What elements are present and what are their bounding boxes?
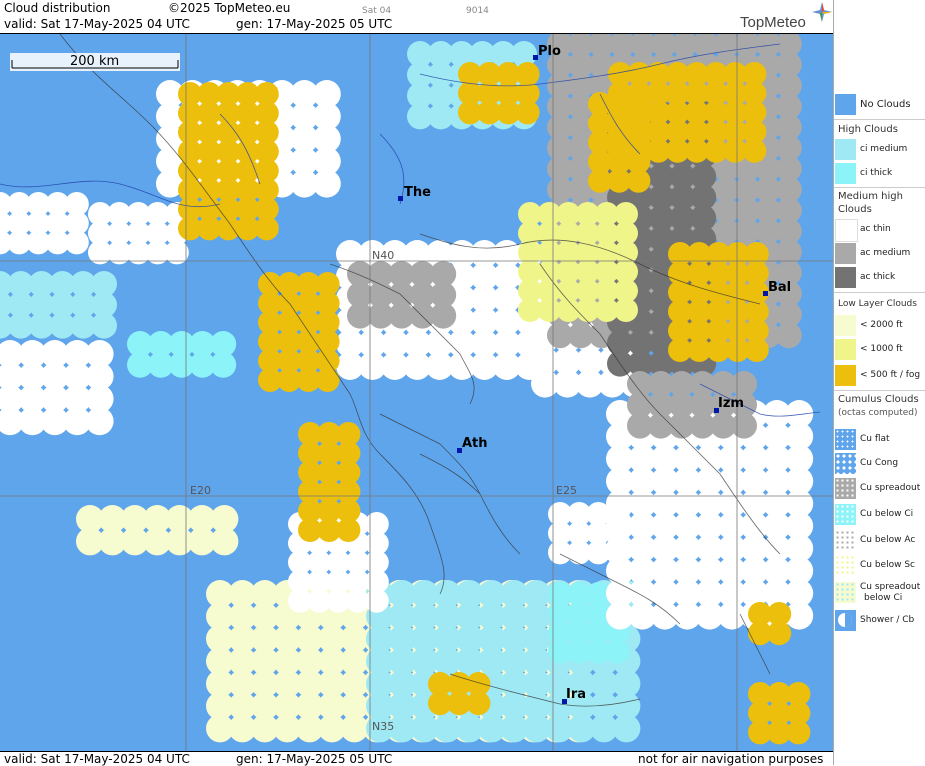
city-bal[interactable]: Bal [763,280,791,296]
legend-ci-medium: ci medium [834,139,925,161]
legend-cu-flat: Cu flat [834,429,925,451]
valid-time: valid: Sat 17-May-2025 04 UTC [4,17,190,31]
swatch-cu-cong [835,453,856,474]
legend-shower-cb: Shower / Cb [834,610,925,632]
legend-no-clouds: No Clouds [834,94,925,116]
city-label: Bal [768,280,791,295]
product-code: 9014 [466,6,489,16]
city-label: Plo [538,44,561,59]
footer-generated-time: gen: 17-May-2025 05 UTC [236,752,393,766]
compass-star-icon [812,2,832,22]
swatch-low-1000 [835,339,856,360]
swatch-no-clouds [835,94,856,115]
city-label: Ath [462,436,488,451]
swatch-ci-thick [835,163,856,184]
legend-low-1000: < 1000 ft [834,339,925,361]
swatch-cu-spreadout [835,478,856,499]
swatch-low-500 [835,365,856,386]
legend-ac-thin: ac thin [834,219,925,242]
shower-icon [838,613,852,627]
legend-cu-below-sc: Cu below Sc [834,555,925,577]
map-title: Cloud distribution [4,1,111,15]
legend-low-2000: < 2000 ft [834,315,925,337]
scale-bar-label: 200 km [70,54,119,69]
legend-cu-spreadout: Cu spreadout [834,478,925,500]
city-marker [398,196,403,201]
swatch-ci-medium [835,139,856,160]
city-izm[interactable]: Izm [714,396,744,413]
topmeteo-logo: TopMeteo [740,14,806,31]
grid-label-n35: N35 [372,720,394,733]
swatch-ac-medium [835,243,856,264]
legend-panel: No Clouds High Clouds ci medium ci thick… [833,0,925,765]
generated-time: gen: 17-May-2025 05 UTC [236,17,393,31]
city-ira[interactable]: Ira [562,687,586,704]
header-bar: Cloud distribution ©2025 TopMeteo.eu val… [0,0,833,34]
grid-label-n40: N40 [372,249,394,262]
legend-cu-cong: Cu Cong [834,453,925,475]
legend-medium-high-heading-2: Clouds [838,204,872,215]
satellite-label: Sat 04 [362,6,392,16]
legend-low-500: < 500 ft / fog [834,365,925,387]
city-ath[interactable]: Ath [457,436,488,453]
swatch-cu-below-ci [835,504,856,525]
swatch-ac-thick [835,267,856,288]
swatch-cu-spreadout-below-ci [835,582,856,603]
legend-cumulus-heading: Cumulus Clouds [838,394,919,405]
grid-label-e25: E25 [556,484,577,497]
swatch-ac-thin [835,219,858,242]
city-label: Ira [566,687,586,702]
legend-medium-high-heading: Medium high [838,191,903,202]
footer-bar: valid: Sat 17-May-2025 04 UTC gen: 17-Ma… [0,751,833,766]
legend-low-layer-heading: Low Layer Clouds [838,299,917,309]
swatch-cu-flat [835,429,856,450]
legend-ac-thick: ac thick [834,267,925,289]
footer-valid-time: valid: Sat 17-May-2025 04 UTC [4,752,190,766]
legend-ac-medium: ac medium [834,243,925,265]
legend-cu-below-ac: Cu below Ac [834,530,925,552]
cloud-map-canvas: N40 N35 E20 E25 200 km Plo The Bal Izm A… [0,34,833,752]
copyright: ©2025 TopMeteo.eu [168,1,291,15]
swatch-cu-below-ac [835,530,856,551]
legend-octas-note: (octas computed) [838,408,918,418]
legend-high-clouds-heading: High Clouds [838,124,898,135]
swatch-low-2000 [835,315,856,336]
city-plo[interactable]: Plo [533,44,561,60]
legend-ci-thick: ci thick [834,163,925,185]
footer-disclaimer: not for air navigation purposes [638,752,824,766]
legend-cu-below-ci: Cu below Ci [834,504,925,526]
scale-bar: 200 km [10,53,180,71]
city-label: Izm [718,396,744,411]
swatch-cu-below-sc [835,555,856,576]
cloud-map[interactable]: N40 N35 E20 E25 200 km Plo The Bal Izm A… [0,34,833,752]
cloud-layer [0,34,814,745]
swatch-shower-cb [835,610,856,631]
legend-cu-spreadout-below-ci: Cu spreadout below Ci [834,582,925,606]
grid-label-e20: E20 [190,484,211,497]
city-label: The [404,185,431,200]
